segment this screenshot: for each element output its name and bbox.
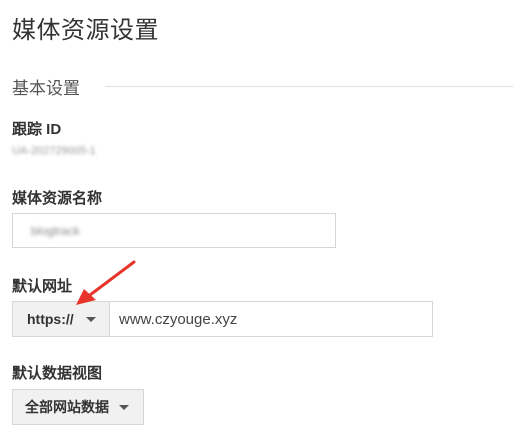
default-url-value: www.czyouge.xyz: [119, 310, 238, 328]
property-name-value: blogtrack: [31, 224, 80, 238]
section-header: 基本设置: [12, 74, 513, 98]
section-title: 基本设置: [12, 79, 80, 98]
default-url-input[interactable]: www.czyouge.xyz: [109, 301, 433, 337]
default-view-value: 全部网站数据: [25, 399, 109, 415]
section-divider: [105, 86, 513, 87]
chevron-down-icon: [119, 404, 129, 410]
property-name-input[interactable]: blogtrack: [12, 213, 336, 248]
default-view-select[interactable]: 全部网站数据: [12, 389, 144, 425]
page-title: 媒体资源设置: [12, 17, 159, 44]
default-view-label: 默认数据视图: [12, 365, 103, 382]
property-name-label: 媒体资源名称: [12, 190, 103, 207]
chevron-down-icon: [85, 316, 96, 322]
default-url-label: 默认网址: [12, 278, 73, 295]
protocol-select[interactable]: https://: [12, 301, 110, 337]
tracking-id-value: UA-202729005-1: [12, 145, 96, 157]
tracking-id-label: 跟踪 ID: [12, 121, 62, 138]
protocol-value: https://: [27, 311, 74, 327]
